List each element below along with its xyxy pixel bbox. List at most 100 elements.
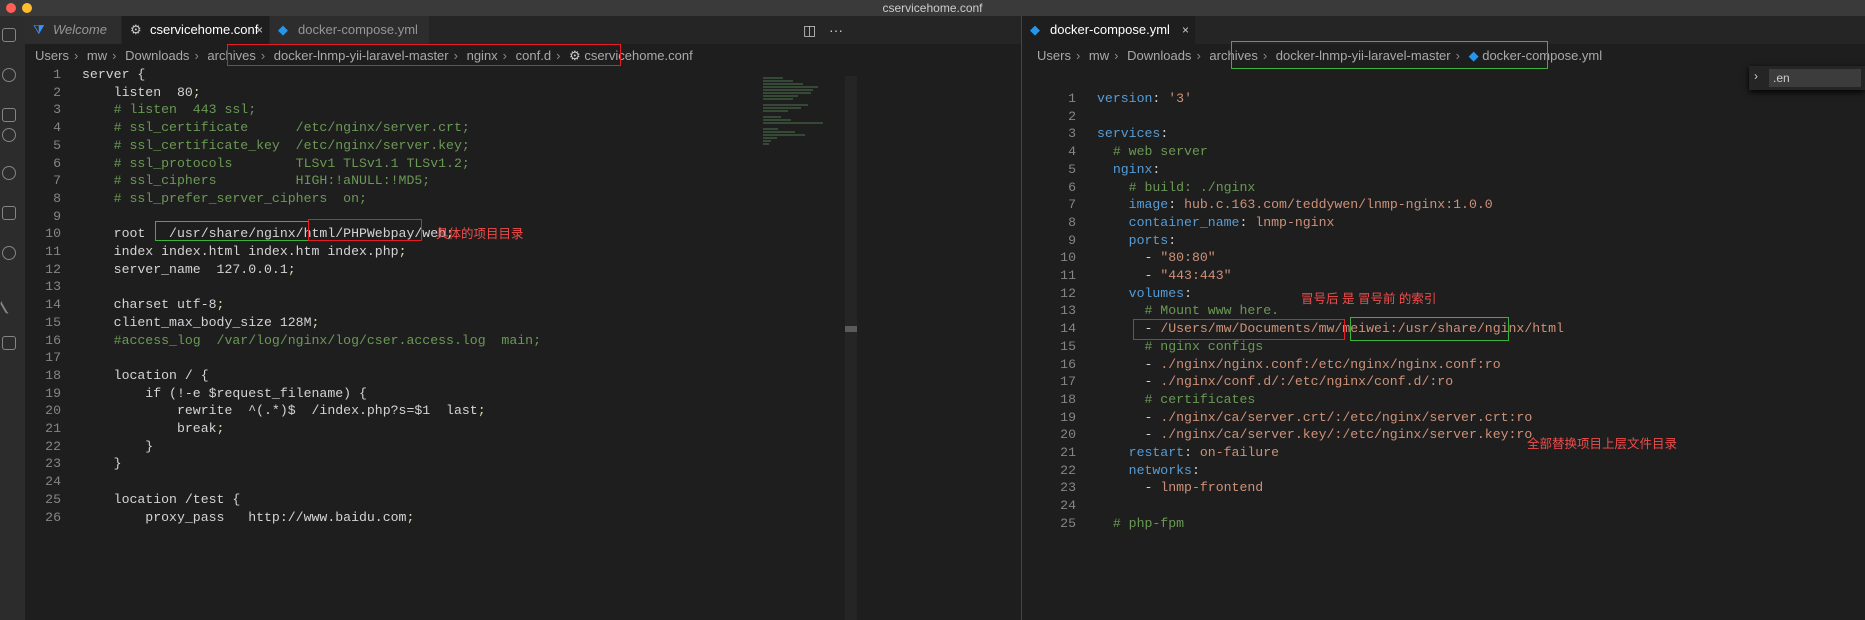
code-line[interactable]: 8 # ssl_prefer_server_ciphers on; — [25, 190, 367, 208]
code-line[interactable]: 10 - "80:80" — [1022, 249, 1216, 267]
edit-icon[interactable] — [0, 295, 19, 315]
code-line[interactable]: 13 — [25, 278, 61, 296]
code-line[interactable]: 7 # ssl_ciphers HIGH:!aNULL:!MD5; — [25, 172, 430, 190]
breadcrumb-item[interactable]: mw — [1089, 48, 1109, 63]
code-line[interactable]: 25 # php-fpm — [1022, 515, 1184, 533]
explorer-icon[interactable] — [2, 28, 16, 42]
highlight-box-project-dir — [308, 219, 422, 241]
code-line[interactable]: 12 server_name 127.0.0.1; — [25, 261, 296, 279]
tab-welcome[interactable]: ⧩ Welcome — [25, 16, 122, 44]
minimize-window-button[interactable] — [22, 3, 32, 13]
code-line[interactable]: 1 version: '3' — [1022, 90, 1192, 108]
line-number: 15 — [1060, 338, 1076, 354]
code-line[interactable]: 5 nginx: — [1022, 161, 1160, 179]
code-line[interactable]: 15 client_max_body_size 128M; — [25, 314, 319, 332]
code-line[interactable]: 20 rewrite ^(.*)$ /index.php?s=$1 last; — [25, 402, 485, 420]
timeline-icon[interactable] — [2, 246, 16, 260]
close-tab-icon[interactable]: × — [256, 16, 263, 44]
scrollbar-thumb[interactable] — [845, 326, 857, 332]
line-number: 17 — [1060, 374, 1076, 390]
code-line[interactable]: 20 - ./nginx/ca/server.key/:/etc/nginx/s… — [1022, 426, 1532, 444]
code-line[interactable]: 15 # nginx configs — [1022, 338, 1263, 356]
run-debug-icon[interactable] — [2, 108, 16, 122]
breadcrumb-item[interactable]: mw — [87, 48, 107, 63]
code-line[interactable]: 18 # certificates — [1022, 391, 1255, 409]
docker-sidebar-icon[interactable] — [2, 336, 16, 350]
tab-docker-compose-right[interactable]: ◆ docker-compose.yml × — [1022, 16, 1196, 44]
remote-icon[interactable] — [2, 166, 16, 180]
extensions-icon[interactable] — [2, 206, 16, 220]
code-line[interactable]: 21 break; — [25, 420, 224, 438]
code-line[interactable]: 4 # ssl_certificate /etc/nginx/server.cr… — [25, 119, 470, 137]
code-line[interactable]: 2 listen 80; — [25, 84, 201, 102]
code-line[interactable]: 2 — [1022, 108, 1076, 126]
code-line[interactable]: 19 - ./nginx/ca/server.crt/:/etc/nginx/s… — [1022, 409, 1532, 427]
code-line[interactable]: 10 root /usr/share/nginx/html/PHPWebpay/… — [25, 225, 454, 243]
line-number: 12 — [45, 261, 61, 277]
code-line[interactable]: 14 - /Users/mw/Documents/mw/meiwei:/usr/… — [1022, 320, 1564, 338]
find-input[interactable]: .en — [1769, 69, 1861, 87]
close-tab-icon[interactable]: × — [1182, 16, 1189, 44]
code-text: - ./nginx/conf.d/:/etc/nginx/conf.d/:ro — [1144, 374, 1454, 390]
line-number: 12 — [1060, 285, 1076, 301]
code-line[interactable]: 22 } — [25, 438, 153, 456]
chevron-right-icon[interactable]: › — [1754, 69, 1758, 83]
code-line[interactable]: 14 charset utf-8; — [25, 296, 224, 314]
code-line[interactable]: 12 volumes: — [1022, 285, 1192, 303]
breadcrumb-item[interactable]: Users — [35, 48, 69, 63]
code-line[interactable]: 23 - lnmp-frontend — [1022, 479, 1263, 497]
breadcrumb-item[interactable]: Downloads — [1127, 48, 1191, 63]
search-icon[interactable] — [2, 68, 16, 82]
code-text: # nginx configs — [1144, 338, 1264, 354]
source-control-icon[interactable] — [2, 128, 16, 142]
code-line[interactable]: 9 ports: — [1022, 232, 1176, 250]
code-editor-left[interactable]: 1 server {2 listen 80; 3 # listen 443 ssl;… — [25, 66, 1025, 620]
close-window-button[interactable] — [6, 3, 16, 13]
code-text: rewrite ^(.*)$ /index.php?s=$1 last; — [82, 403, 486, 419]
code-line[interactable]: 6 # build: ./nginx — [1022, 179, 1255, 197]
tab-docker-compose[interactable]: ◆ docker-compose.yml — [270, 16, 430, 44]
code-line[interactable]: 4 # web server — [1022, 143, 1208, 161]
code-line[interactable]: 19 if (!-e $request_filename) { — [25, 385, 367, 403]
code-line[interactable]: 7 image: hub.c.163.com/teddywen/lnmp-ngi… — [1022, 196, 1493, 214]
code-line[interactable]: 6 # ssl_protocols TLSv1 TLSv1.1 TLSv1.2; — [25, 155, 470, 173]
more-actions-icon[interactable]: ··· — [829, 16, 843, 44]
code-line[interactable]: 9 — [25, 208, 61, 226]
code-line[interactable]: 25 location /test { — [25, 491, 240, 509]
breadcrumb-item[interactable]: Downloads — [125, 48, 189, 63]
code-line[interactable]: 5 # ssl_certificate_key /etc/nginx/serve… — [25, 137, 470, 155]
line-number: 2 — [53, 84, 61, 100]
code-line[interactable]: 17 - ./nginx/conf.d/:/etc/nginx/conf.d/:… — [1022, 373, 1453, 391]
code-line[interactable]: 3 services: — [1022, 125, 1168, 143]
breadcrumb-item[interactable]: Users — [1037, 48, 1071, 63]
code-line[interactable]: 8 container_name: lnmp-nginx — [1022, 214, 1334, 232]
code-line[interactable]: 24 — [25, 473, 61, 491]
code-line[interactable]: 13 # Mount www here. — [1022, 302, 1279, 320]
code-line[interactable]: 1 server { — [25, 66, 145, 84]
annotation-replace-all: 全部替换项目上层文件目录 — [1527, 437, 1678, 451]
code-line[interactable]: 26 proxy_pass http://www.baidu.com; — [25, 509, 414, 527]
left-editor-group: ⧩ Welcome ⚙ cservicehome.conf × ◆ docker… — [25, 16, 1025, 620]
code-text: # listen 443 ssl; — [113, 102, 257, 118]
split-editor-icon[interactable]: ◫ — [803, 16, 816, 44]
code-line[interactable]: 17 — [25, 349, 61, 367]
code-line[interactable]: 16 #access_log /var/log/nginx/log/cser.a… — [25, 332, 541, 350]
code-line[interactable]: 21 restart: on-failure — [1022, 444, 1279, 462]
code-line[interactable]: 3 # listen 443 ssl; — [25, 101, 256, 119]
window-title: cservicehome.conf — [882, 1, 983, 15]
vertical-scrollbar[interactable] — [845, 76, 857, 620]
tab-cservicehome-conf[interactable]: ⚙ cservicehome.conf × — [122, 16, 270, 44]
tab-label: docker-compose.yml — [1050, 22, 1170, 37]
code-line[interactable]: 23 } — [25, 455, 121, 473]
code-line[interactable]: 11 - "443:443" — [1022, 267, 1231, 285]
line-number: 21 — [1060, 445, 1076, 460]
code-line[interactable]: 24 — [1022, 497, 1076, 515]
code-line[interactable]: 11 index index.html index.htm index.php; — [25, 243, 406, 261]
minimap[interactable] — [763, 76, 843, 196]
line-number: 11 — [1060, 268, 1076, 283]
code-editor-right[interactable]: 1 version: '3' 2 3 services: 4 # web server 5 … — [1022, 90, 1865, 620]
code-line[interactable]: 18 location / { — [25, 367, 208, 385]
code-line[interactable]: 22 networks: — [1022, 462, 1200, 480]
code-line[interactable]: 16 - ./nginx/nginx.conf:/etc/nginx/nginx… — [1022, 356, 1500, 374]
line-number: 22 — [1060, 462, 1076, 478]
